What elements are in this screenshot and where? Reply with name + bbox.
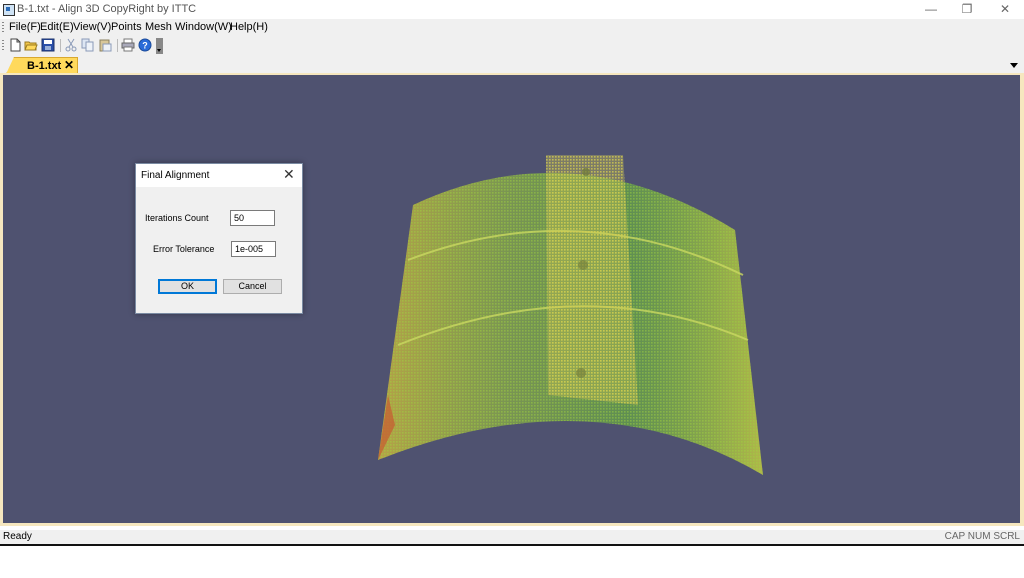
iterations-count-label: Iterations Count — [145, 213, 209, 223]
copy-icon[interactable] — [81, 38, 95, 52]
menu-view[interactable]: View(V) — [73, 21, 111, 33]
new-icon[interactable] — [8, 38, 22, 52]
toolbar-separator — [60, 39, 61, 52]
error-tolerance-input[interactable]: 1e-005 — [231, 241, 276, 257]
save-icon[interactable] — [41, 38, 55, 52]
toolbar: ? — [0, 36, 1024, 56]
dialog-title: Final Alignment — [141, 170, 210, 181]
menu-edit[interactable]: Edit(E) — [40, 21, 74, 33]
feature-hole — [578, 260, 588, 270]
dialog-title-bar: Final Alignment ✕ — [136, 164, 302, 187]
iterations-count-input[interactable]: 50 — [230, 210, 275, 226]
toolbar-separator — [117, 39, 118, 52]
menubar-grip — [2, 22, 4, 33]
minimize-button[interactable]: — — [912, 0, 950, 19]
keyboard-indicators: CAP NUM SCRL — [944, 531, 1020, 542]
print-icon[interactable] — [121, 38, 135, 52]
central-strip-shade — [546, 155, 638, 405]
toolbar-overflow-button[interactable] — [156, 38, 163, 54]
maximize-button[interactable]: ❐ — [948, 0, 986, 19]
tab-close-icon[interactable]: ✕ — [64, 58, 74, 72]
dialog-close-icon[interactable]: ✕ — [283, 166, 295, 183]
bottom-panel — [0, 544, 1024, 578]
feature-hole — [576, 368, 586, 378]
open-icon[interactable] — [24, 38, 38, 52]
toolbar-grip — [2, 40, 4, 52]
help-icon[interactable]: ? — [138, 38, 152, 52]
menu-points[interactable]: Points — [111, 21, 142, 33]
tab-label: B-1.txt — [27, 60, 62, 72]
title-bar: B-1.txt - Align 3D CopyRight by ITTC — ❐… — [0, 0, 1024, 19]
app-icon — [3, 4, 15, 16]
menu-help[interactable]: Help(H) — [230, 21, 268, 33]
menu-window[interactable]: Window(W) — [175, 21, 232, 33]
feature-hole — [582, 168, 590, 176]
status-bar: Ready CAP NUM SCRL — [0, 530, 1024, 544]
paste-icon[interactable] — [98, 38, 112, 52]
error-tolerance-label: Error Tolerance — [153, 244, 215, 254]
window-title: B-1.txt - Align 3D CopyRight by ITTC — [17, 3, 197, 15]
final-alignment-dialog: Final Alignment ✕ Iterations Count 50 Er… — [135, 163, 303, 314]
menu-mesh[interactable]: Mesh — [145, 21, 172, 33]
svg-text:?: ? — [142, 41, 148, 51]
close-window-button[interactable]: ✕ — [986, 0, 1024, 19]
ok-button[interactable]: OK — [158, 279, 217, 294]
menu-file[interactable]: File(F) — [9, 21, 41, 33]
cut-icon[interactable] — [64, 38, 78, 52]
menu-bar: File(F) Edit(E) View(V) Points Mesh Wind… — [0, 19, 1024, 36]
cancel-button[interactable]: Cancel — [223, 279, 282, 294]
status-text: Ready — [3, 531, 32, 542]
tab-b1-txt[interactable]: B-1.txt ✕ — [6, 57, 78, 74]
document-tab-strip: B-1.txt ✕ — [0, 56, 1024, 74]
tab-list-dropdown-icon[interactable] — [1010, 63, 1018, 68]
